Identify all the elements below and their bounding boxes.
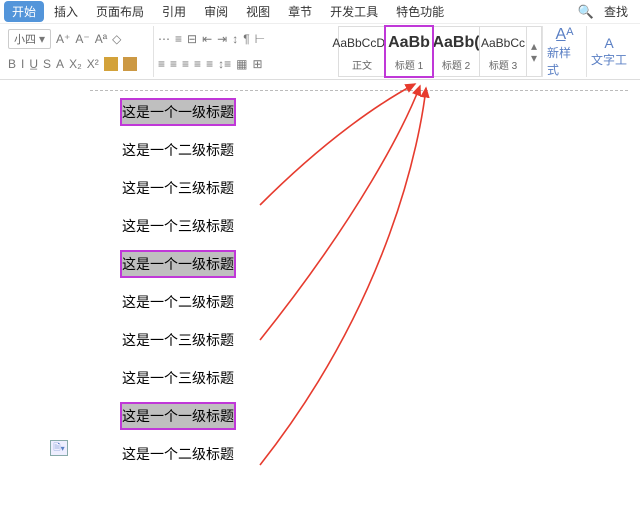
align-right-icon[interactable]: ≡ — [182, 58, 189, 70]
tab-stops-icon[interactable]: ⊢ — [255, 33, 265, 45]
style-label: 标题 1 — [395, 57, 423, 74]
text-tool-icon: A — [604, 35, 613, 51]
tab-insert[interactable]: 插入 — [46, 1, 86, 22]
text-tool-label: 文字工 — [591, 51, 627, 68]
new-style-icon: A̲ᴬ — [556, 26, 574, 44]
change-case-icon[interactable]: Aª — [95, 33, 107, 45]
bullets-icon[interactable]: ⋯ — [158, 33, 170, 45]
numbering-icon[interactable]: ≡ — [175, 33, 182, 45]
chevron-down-icon: ▾ — [531, 52, 537, 64]
text-line: 这是一个一级标题 — [100, 404, 530, 442]
distribute-icon[interactable]: ≡ — [206, 58, 213, 70]
text-line: 这是一个一级标题 — [100, 100, 530, 138]
borders-icon[interactable]: ⊞ — [252, 58, 262, 70]
tab-references[interactable]: 引用 — [154, 1, 194, 22]
tab-start[interactable]: 开始 — [4, 1, 44, 22]
tab-view[interactable]: 视图 — [238, 1, 278, 22]
tab-review[interactable]: 审阅 — [196, 1, 236, 22]
align-center-icon[interactable]: ≡ — [170, 58, 177, 70]
style-label: 标题 2 — [442, 57, 470, 74]
bold-icon[interactable]: B — [8, 58, 16, 70]
styles-scroll[interactable]: ▴ ▾ — [526, 26, 542, 77]
grow-font-icon[interactable]: A⁺ — [56, 33, 70, 45]
align-left-icon[interactable]: ≡ — [158, 58, 165, 70]
tab-dev-tools[interactable]: 开发工具 — [322, 1, 386, 22]
text-line[interactable]: 这是一个二级标题 — [122, 138, 530, 162]
ribbon: 小四▾ A⁺ A⁻ Aª ◇ B I U̲ S A X₂ X² ⋯ ≡ ⊟ ⇤ … — [0, 24, 640, 80]
strike-icon[interactable]: S — [43, 58, 51, 70]
font-size-select[interactable]: 小四▾ — [8, 29, 51, 49]
line-spacing-icon[interactable]: ↕≡ — [218, 58, 231, 70]
style-preview: AaBb( — [432, 29, 479, 57]
font-group: 小四▾ A⁺ A⁻ Aª ◇ B I U̲ S A X₂ X² — [4, 26, 154, 77]
subscript-icon[interactable]: X₂ — [69, 58, 82, 70]
text-color-icon[interactable] — [123, 57, 137, 71]
style-label: 正文 — [352, 57, 372, 74]
shading-icon[interactable]: ▦ — [236, 58, 247, 70]
superscript-icon[interactable]: X² — [87, 58, 99, 70]
style-heading-1[interactable]: AaBb 标题 1 — [385, 26, 433, 77]
chevron-up-icon: ▴ — [531, 40, 537, 52]
new-style-label: 新样式 — [547, 44, 582, 78]
tab-special[interactable]: 特色功能 — [388, 1, 452, 22]
font-color-icon[interactable]: A — [56, 58, 64, 70]
style-body[interactable]: AaBbCcDd 正文 — [338, 26, 386, 77]
chevron-down-icon: ▾ — [39, 33, 45, 45]
style-preview: AaBbCc — [481, 29, 525, 57]
indent-left-icon[interactable]: ⇤ — [202, 33, 212, 45]
text-line[interactable]: 这是一个三级标题 — [122, 176, 530, 200]
document-page[interactable]: 这是一个一级标题 这是一个二级标题 这是一个三级标题 这是一个三级标题 这是一个… — [100, 100, 530, 480]
heading-1-text[interactable]: 这是一个一级标题 — [122, 404, 234, 428]
shrink-font-icon[interactable]: A⁻ — [75, 33, 89, 45]
text-tool-button[interactable]: A 文字工 — [587, 26, 631, 77]
paragraph-group: ⋯ ≡ ⊟ ⇤ ⇥ ↕ ¶ ⊢ ≡ ≡ ≡ ≡ ≡ ↕≡ ▦ ⊞ — [154, 26, 339, 77]
highlight-color-icon[interactable] — [104, 57, 118, 71]
style-preview: AaBb — [388, 29, 430, 57]
style-label: 标题 3 — [489, 57, 517, 74]
indent-right-icon[interactable]: ⇥ — [217, 33, 227, 45]
style-heading-2[interactable]: AaBb( 标题 2 — [432, 26, 480, 77]
clear-format-icon[interactable]: ◇ — [112, 33, 121, 45]
sort-icon[interactable]: ↕ — [232, 33, 238, 45]
style-preview: AaBbCcDd — [332, 29, 391, 57]
show-marks-icon[interactable]: ¶ — [243, 33, 249, 45]
text-line[interactable]: 这是一个二级标题 — [122, 290, 530, 314]
heading-1-text[interactable]: 这是一个一级标题 — [122, 100, 234, 124]
text-line[interactable]: 这是一个二级标题 — [122, 442, 530, 466]
menu-bar: 开始 插入 页面布局 引用 审阅 视图 章节 开发工具 特色功能 🔍 查找 — [0, 0, 640, 24]
text-line[interactable]: 这是一个三级标题 — [122, 366, 530, 390]
styles-group: AaBbCcDd 正文 AaBb 标题 1 AaBb( 标题 2 AaBbCc … — [339, 26, 543, 77]
tab-page-layout[interactable]: 页面布局 — [88, 1, 152, 22]
heading-1-text[interactable]: 这是一个一级标题 — [122, 252, 234, 276]
search-label[interactable]: 查找 — [596, 1, 636, 22]
nav-thumbnail-icon[interactable]: 🗎▾ — [50, 440, 68, 456]
new-style-button[interactable]: A̲ᴬ 新样式 — [543, 26, 587, 77]
ruler — [90, 90, 628, 91]
tab-section[interactable]: 章节 — [280, 1, 320, 22]
style-heading-3[interactable]: AaBbCc 标题 3 — [479, 26, 527, 77]
justify-icon[interactable]: ≡ — [194, 58, 201, 70]
text-line[interactable]: 这是一个三级标题 — [122, 214, 530, 238]
text-line[interactable]: 这是一个三级标题 — [122, 328, 530, 352]
multilevel-icon[interactable]: ⊟ — [187, 33, 197, 45]
search-icon[interactable]: 🔍 — [578, 4, 594, 20]
underline-icon[interactable]: U̲ — [29, 58, 38, 70]
text-line: 这是一个一级标题 — [100, 252, 530, 290]
italic-icon[interactable]: I — [21, 58, 24, 70]
